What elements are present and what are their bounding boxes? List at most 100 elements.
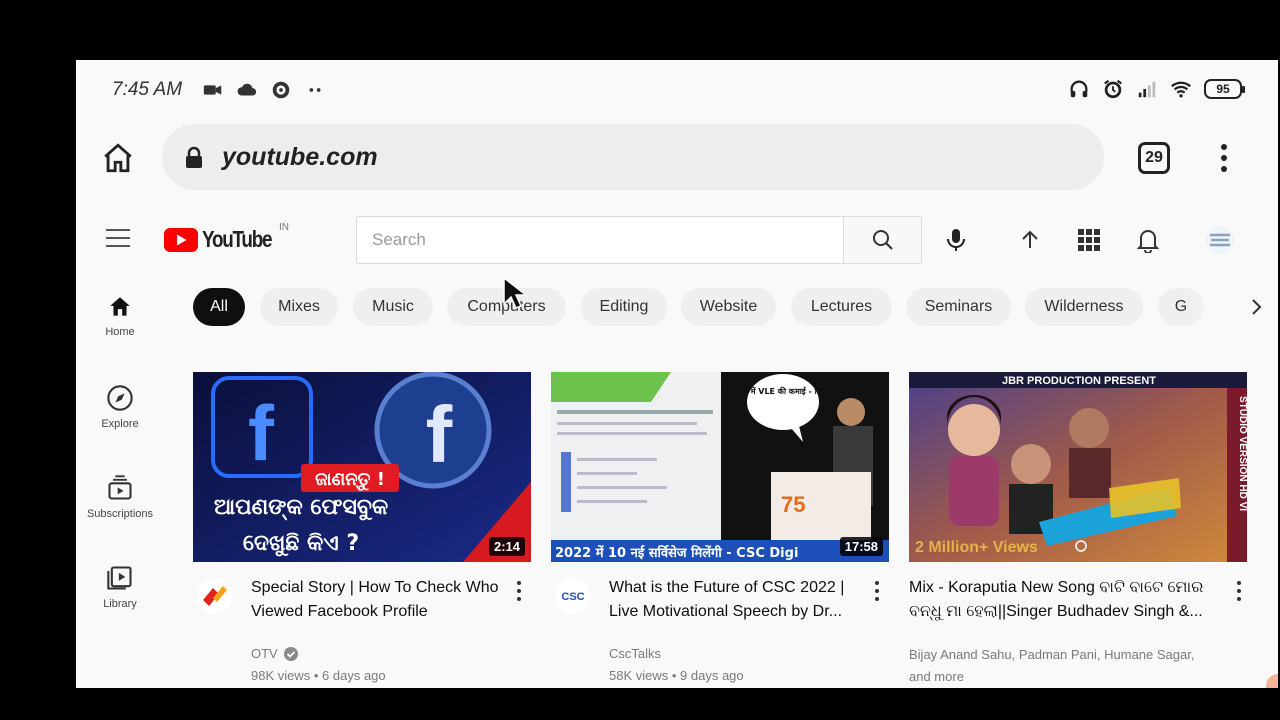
- thumbnail-text-3: ଦେଖୁଛି କିଏ ?: [243, 531, 359, 557]
- phone-screen: 7:45 AM 95 youtube.com 29 YouTube IN Sea…: [76, 60, 1278, 688]
- chip-website[interactable]: Website: [681, 288, 776, 326]
- headphones-icon: [1070, 80, 1088, 98]
- svg-text:CSC: CSC: [561, 591, 584, 603]
- sidebar-item-home[interactable]: Home: [76, 294, 164, 374]
- chip-lectures[interactable]: Lectures: [791, 288, 892, 326]
- thumbnail-header: JBR PRODUCTION PRESENT: [1002, 375, 1156, 387]
- video-card-mix[interactable]: JBR PRODUCTION PRESENT STUDIO VERSION HD…: [909, 372, 1247, 688]
- channel-name: OTV: [251, 646, 278, 661]
- region-code: IN: [279, 222, 289, 233]
- compass-icon: [107, 385, 133, 411]
- channel-avatar[interactable]: CSC: [555, 578, 591, 614]
- chip-mixes[interactable]: Mixes: [260, 288, 338, 326]
- address-bar[interactable]: youtube.com: [162, 124, 1104, 190]
- video-thumbnail[interactable]: f f ଜାଣନ୍ତୁ ! ଆପଣଙ୍କ ଫେସବୁକ ଦେଖୁଛି କିଏ ?…: [193, 372, 531, 562]
- status-time: 7:45 AM: [112, 79, 183, 100]
- video-menu-icon[interactable]: [515, 580, 523, 602]
- view-count: 58K views: [609, 668, 669, 683]
- upload-age: 9 days ago: [680, 668, 744, 683]
- chevron-right-icon: [1252, 299, 1262, 315]
- video-duration: 2:14: [488, 537, 525, 556]
- sidebar-item-subscriptions[interactable]: Subscriptions: [76, 474, 164, 554]
- settings-sync-icon: [272, 81, 290, 99]
- browser-home-button[interactable]: [98, 138, 138, 178]
- verified-icon: [283, 646, 298, 661]
- chip-music[interactable]: Music: [353, 288, 433, 326]
- cloud-icon: [237, 83, 257, 96]
- sidebar-label-home: Home: [105, 326, 135, 338]
- bell-icon: [1137, 230, 1159, 253]
- video-title[interactable]: Special Story | How To Check Who Viewed …: [251, 576, 501, 624]
- apps-grid-icon: [1078, 229, 1100, 251]
- thumbnail-text-1: ଜାଣନ୍ତୁ !: [315, 469, 385, 491]
- video-title[interactable]: Mix - Koraputia New Song ବାଟି ବାଟେ ମୋର ବ…: [909, 576, 1227, 624]
- thumbnail-views-text: 2 Million+ Views: [915, 539, 1038, 556]
- status-system-icons: 95: [1068, 78, 1245, 100]
- youtube-logo[interactable]: YouTube: [164, 226, 286, 253]
- signal-icon: [1138, 81, 1156, 98]
- floating-edge-handle[interactable]: [1266, 674, 1278, 688]
- video-card[interactable]: 2022 में VLE की कमाई - कितनी ! 75 2022 म…: [551, 372, 891, 688]
- video-meta: 58K views • 9 days ago: [609, 668, 744, 683]
- search-input[interactable]: [357, 217, 843, 263]
- video-channel[interactable]: OTV: [251, 646, 298, 661]
- mix-channels[interactable]: Bijay Anand Sahu, Padman Pani, Humane Sa…: [909, 644, 1209, 688]
- home-icon: [110, 297, 130, 316]
- sidebar-item-explore[interactable]: Explore: [76, 384, 164, 464]
- thumbnail-bubble-text: 2022 में VLE की कमाई - कितनी !: [726, 386, 841, 396]
- thumbnail-text-2: ଆପଣଙ୍କ ଫେସବୁକ: [214, 495, 388, 521]
- upload-icon: [1022, 230, 1038, 248]
- browser-toolbar: youtube.com 29: [76, 118, 1278, 202]
- kebab-menu-icon: [1221, 144, 1227, 172]
- otv-logo-icon: [197, 578, 233, 614]
- battery-level: 95: [1216, 82, 1230, 96]
- channel-name: CscTalks: [609, 646, 662, 661]
- voice-search-button[interactable]: [942, 226, 970, 254]
- search-button[interactable]: [844, 216, 922, 264]
- view-count: 98K views: [251, 668, 311, 683]
- sidebar-label-library: Library: [103, 598, 137, 610]
- channel-avatar[interactable]: [197, 578, 233, 614]
- video-card[interactable]: f f ଜାଣନ୍ତୁ ! ଆପଣଙ୍କ ଫେସବୁକ ଦେଖୁଛି କିଏ ?…: [193, 372, 533, 688]
- wifi-icon: [1171, 81, 1191, 98]
- svg-text:f: f: [248, 389, 275, 477]
- video-menu-icon[interactable]: [873, 580, 881, 602]
- video-channel[interactable]: CscTalks: [609, 646, 661, 661]
- lock-icon: [186, 146, 202, 168]
- upload-age: 6 days ago: [322, 668, 386, 683]
- youtube-logo-text: YouTube: [202, 226, 273, 252]
- browser-menu-button[interactable]: [1212, 140, 1236, 176]
- apps-button[interactable]: [1075, 226, 1103, 254]
- video-thumbnail[interactable]: 2022 में VLE की कमाई - कितनी ! 75 2022 म…: [551, 372, 889, 562]
- chip-editing[interactable]: Editing: [581, 288, 667, 326]
- video-thumbnail[interactable]: JBR PRODUCTION PRESENT STUDIO VERSION HD…: [909, 372, 1247, 562]
- status-notification-icons: [202, 79, 326, 101]
- notifications-button[interactable]: [1134, 226, 1162, 254]
- url-text: youtube.com: [222, 143, 378, 171]
- tab-switcher-button[interactable]: 29: [1138, 142, 1170, 174]
- video-title[interactable]: What is the Future of CSC 2022 | Live Mo…: [609, 576, 859, 624]
- chip-fade-overlay: [1188, 286, 1248, 330]
- account-avatar-button[interactable]: [1204, 226, 1236, 254]
- svg-text:f: f: [426, 390, 453, 479]
- video-menu-icon[interactable]: [1235, 580, 1243, 602]
- thumbnail-image-csc: 2022 में VLE की कमाई - कितनी ! 75 2022 म…: [551, 372, 889, 562]
- chip-seminars[interactable]: Seminars: [906, 288, 1011, 326]
- chips-scroll-right-button[interactable]: [1242, 292, 1272, 322]
- youtube-play-logo-icon: [164, 227, 198, 252]
- sidebar-item-library[interactable]: Library: [76, 564, 164, 644]
- thumbnail-banner: 2022 में 10 नई सर्विसेज मिलेंगी - CSC Di…: [555, 545, 798, 561]
- youtube-page: YouTube IN Search Home Explore Subscript…: [76, 206, 1278, 688]
- youtube-header: YouTube IN: [76, 206, 1278, 272]
- microphone-icon: [947, 229, 965, 251]
- video-camera-icon: [203, 85, 222, 95]
- video-meta: 98K views • 6 days ago: [251, 668, 386, 683]
- library-icon: [107, 566, 132, 590]
- home-outline-icon: [104, 143, 132, 173]
- thumbnail-side-text: STUDIO VERSION HD VI: [1237, 396, 1247, 511]
- tab-count: 29: [1145, 149, 1163, 166]
- upload-button[interactable]: [1016, 226, 1044, 254]
- chip-wilderness[interactable]: Wilderness: [1025, 288, 1143, 326]
- guide-menu-button[interactable]: [106, 228, 130, 253]
- chip-all[interactable]: All: [193, 288, 245, 326]
